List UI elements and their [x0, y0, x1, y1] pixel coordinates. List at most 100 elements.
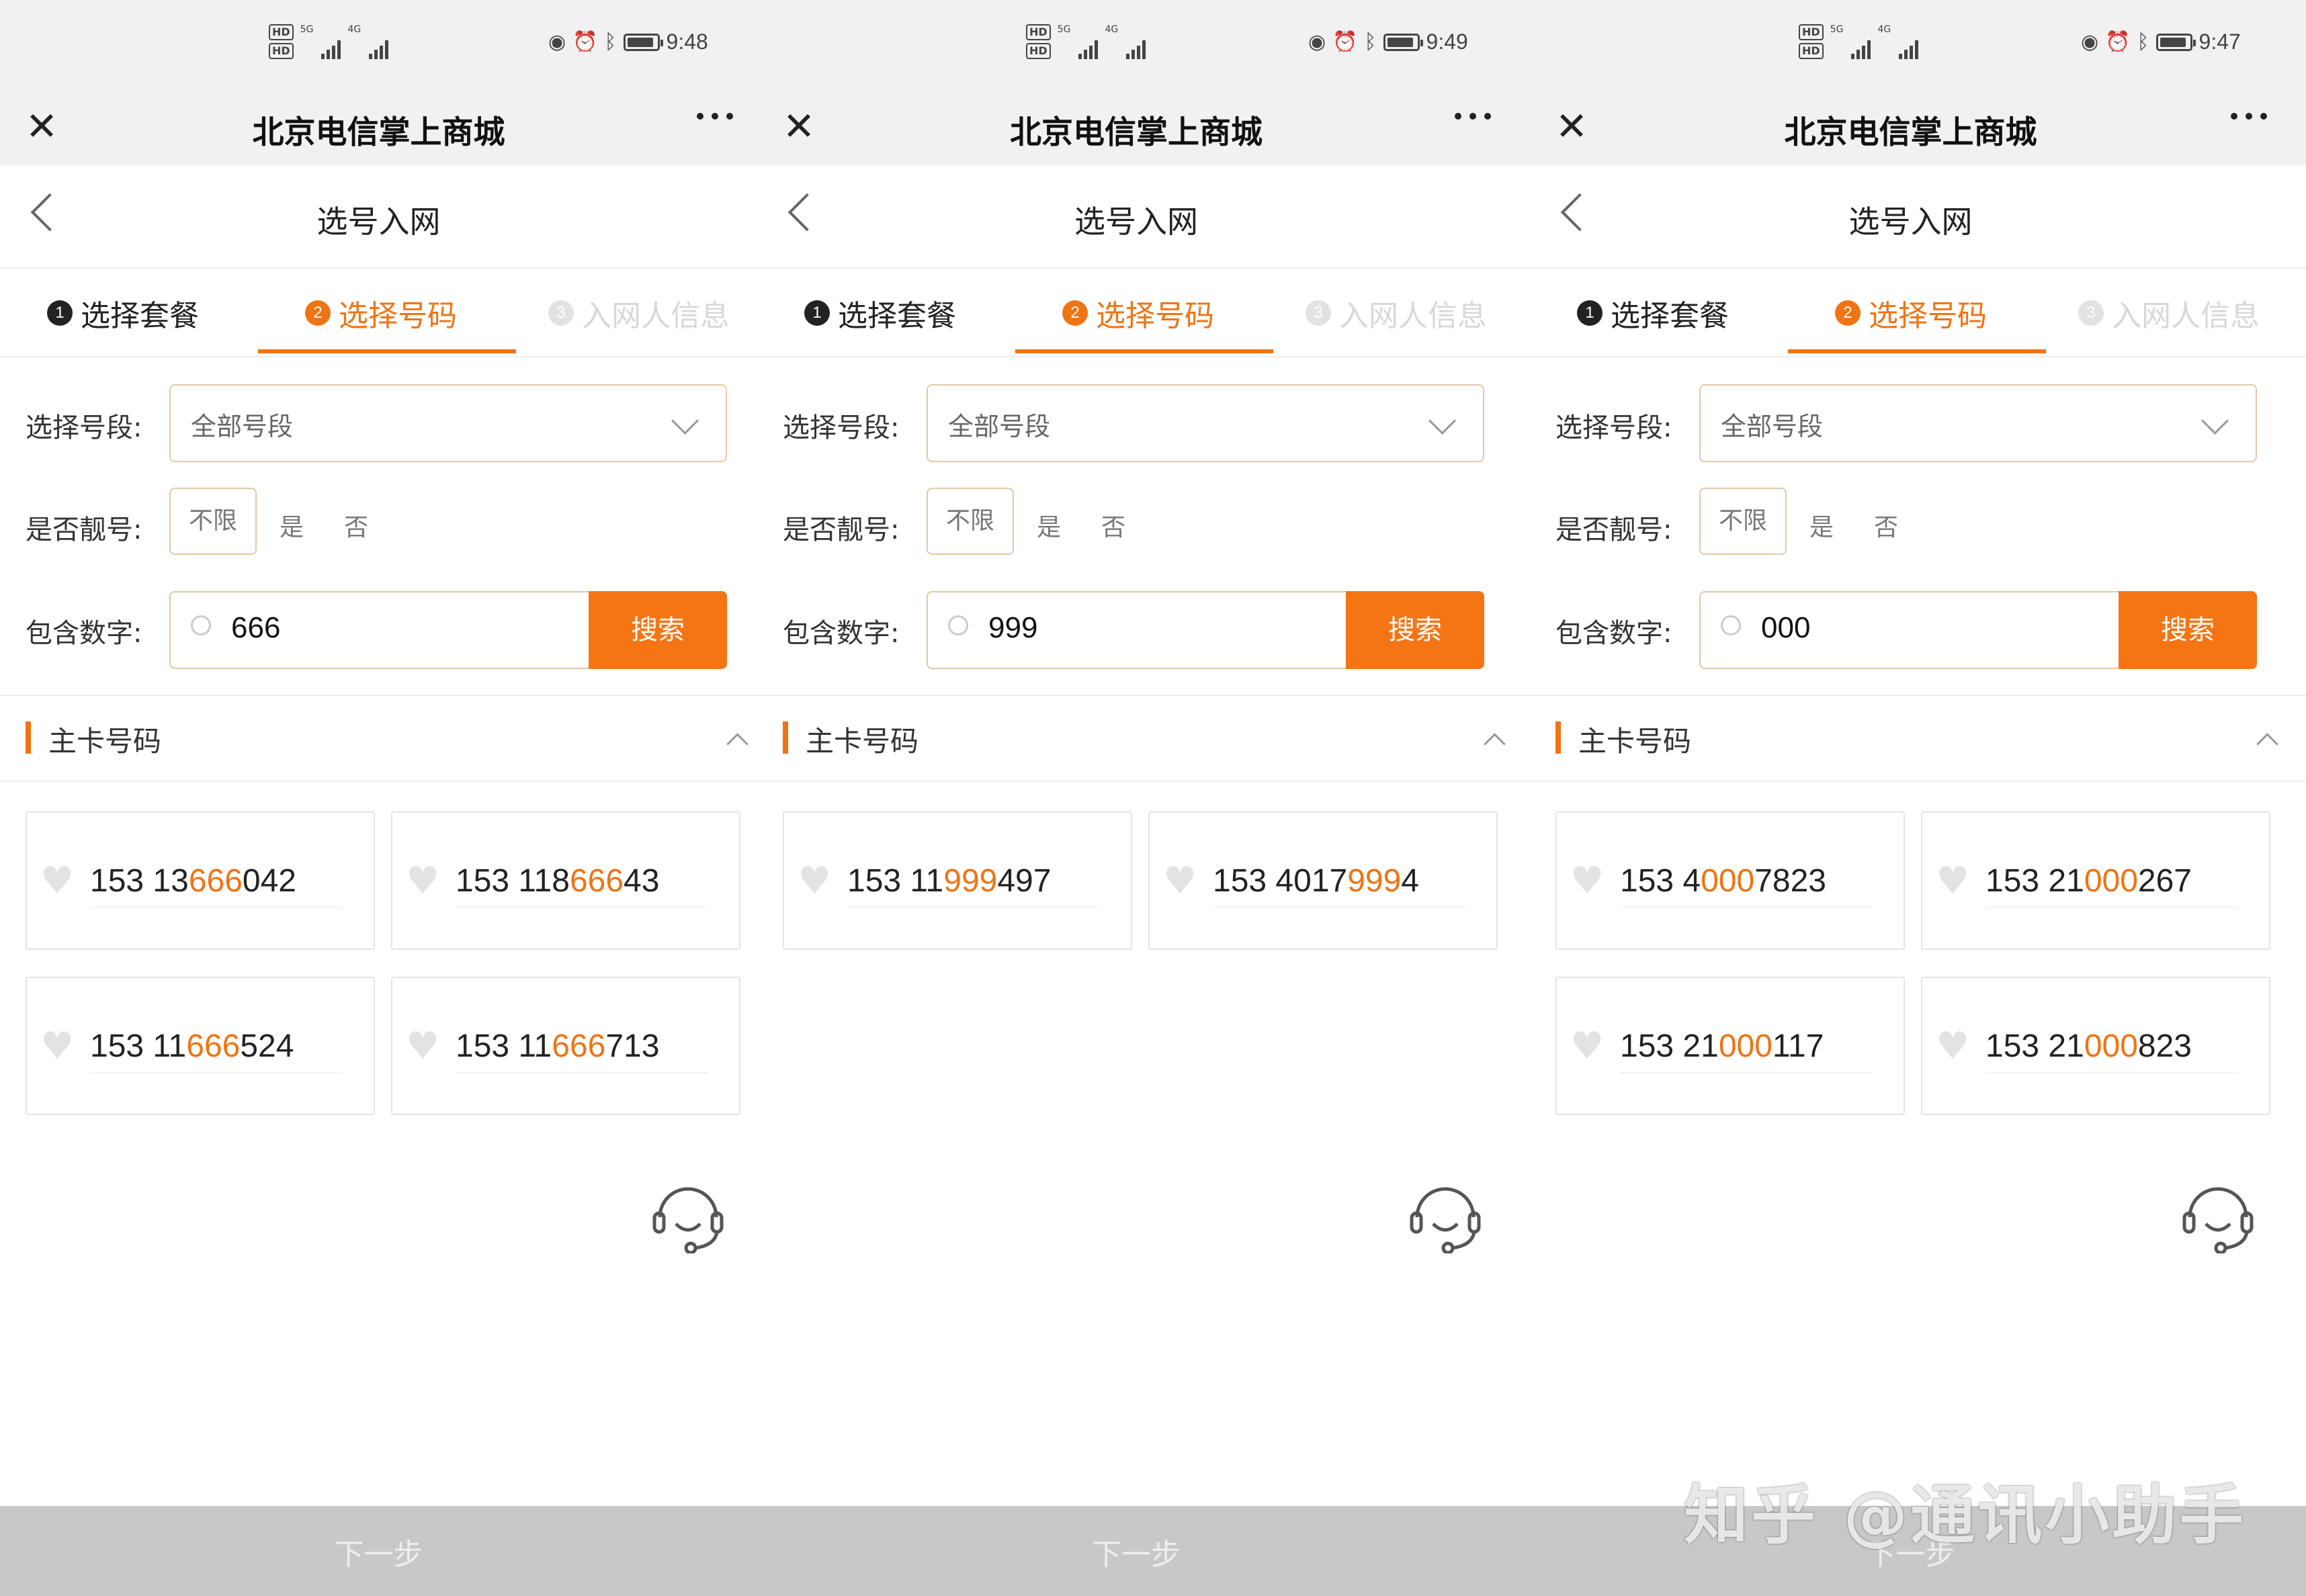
customer-service-headset-icon[interactable] — [2178, 1173, 2258, 1253]
heart-icon[interactable]: ♥ — [40, 861, 74, 901]
customer-service-headset-icon[interactable] — [1405, 1173, 1486, 1253]
digits-search-input[interactable]: 000 — [1699, 591, 2119, 669]
more-menu-icon[interactable] — [1455, 113, 1491, 120]
heart-icon[interactable]: ♥ — [1163, 861, 1197, 901]
search-icon — [1721, 615, 1741, 635]
signal-bars-icon — [369, 36, 389, 59]
next-step-button[interactable]: 下一步 — [0, 1506, 757, 1596]
step-select-number[interactable]: 2 选择号码 — [1835, 292, 1987, 335]
digits-search-input[interactable]: 999 — [927, 591, 1346, 669]
phone-screen-1: HD HD 5G 4G ◉ ⏰ ᛒ 9:48 ✕ 北京电信掌上商城 选号入网 1选… — [0, 0, 757, 1596]
next-step-label: 下一步 — [334, 1538, 423, 1572]
signal-bars-icon — [321, 36, 341, 59]
highlight-digits: 666 — [552, 1028, 606, 1064]
alarm-icon: ⏰ — [2105, 30, 2131, 54]
heart-icon[interactable]: ♥ — [40, 1026, 74, 1067]
hd-badge: HD — [269, 24, 294, 40]
segment-select[interactable]: 全部号段 — [927, 384, 1484, 462]
pretty-option-yes[interactable]: 是 — [1037, 508, 1061, 543]
number-card[interactable]: ♥ 153 13666042 — [26, 811, 375, 950]
phone-number: 153 11866643 — [456, 863, 660, 899]
number-card[interactable]: ♥ 153 21000823 — [1921, 977, 2270, 1115]
network-label: 4G — [347, 24, 361, 35]
heart-icon[interactable]: ♥ — [406, 1026, 439, 1067]
status-time: 9:49 — [1426, 30, 1468, 54]
pretty-option-yes[interactable]: 是 — [1809, 508, 1834, 543]
step-select-plan[interactable]: 1 选择套餐 — [804, 292, 956, 335]
active-step-underline — [258, 349, 516, 353]
segment-select[interactable]: 全部号段 — [169, 384, 727, 462]
pretty-option-no[interactable]: 否 — [1874, 508, 1898, 543]
pretty-option-any[interactable]: 不限 — [927, 488, 1014, 555]
more-menu-icon[interactable] — [697, 113, 733, 120]
search-query: 999 — [988, 611, 1038, 644]
section-accent-bar — [26, 721, 31, 754]
pretty-number-label: 是否靓号: — [783, 515, 900, 545]
pretty-option-any[interactable]: 不限 — [1699, 488, 1787, 555]
segment-select-value: 全部号段 — [191, 412, 294, 441]
number-card[interactable]: ♥ 153 11666524 — [26, 977, 375, 1115]
search-button[interactable]: 搜索 — [589, 591, 727, 669]
phone-number: 153 21000117 — [1620, 1028, 1824, 1064]
pretty-option-no[interactable]: 否 — [1101, 508, 1125, 543]
divider — [757, 781, 1530, 782]
collapse-up-icon[interactable] — [726, 733, 749, 755]
digits-search-input[interactable]: 666 — [169, 591, 589, 669]
divider — [757, 695, 1530, 696]
signal-bars-icon — [1078, 36, 1099, 59]
search-button[interactable]: 搜索 — [2119, 591, 2257, 669]
step-number: 1 — [1577, 300, 1603, 326]
number-card[interactable]: ♥ 153 11666713 — [391, 977, 740, 1115]
phone-number: 153 11666524 — [90, 1028, 294, 1064]
step-label: 选择套餐 — [1611, 299, 1729, 333]
status-time: 9:48 — [666, 30, 708, 54]
watermark: 知乎 @通讯小助手 — [1684, 1478, 2247, 1553]
step-select-plan[interactable]: 1 选择套餐 — [47, 292, 199, 335]
step-select-number[interactable]: 2 选择号码 — [305, 292, 457, 335]
heart-icon[interactable]: ♥ — [1570, 861, 1604, 901]
number-card[interactable]: ♥ 153 11999497 — [783, 811, 1132, 950]
customer-service-headset-icon[interactable] — [648, 1173, 728, 1253]
app-title-bar: ✕ 北京电信掌上商城 — [0, 87, 757, 165]
step-label: 选择号码 — [1096, 299, 1214, 333]
more-menu-icon[interactable] — [2231, 113, 2267, 120]
search-button[interactable]: 搜索 — [1346, 591, 1484, 669]
step-user-info: 3 入网人信息 — [2078, 292, 2260, 335]
network-label: 4G — [1105, 24, 1119, 35]
page-title: 选号入网 — [316, 204, 441, 240]
step-user-info: 3 入网人信息 — [548, 292, 730, 335]
heart-icon[interactable]: ♥ — [1936, 1026, 1969, 1067]
heart-icon[interactable]: ♥ — [1570, 1026, 1604, 1067]
step-number: 1 — [804, 300, 830, 326]
signal-bars-icon — [1851, 36, 1871, 59]
hd-badge: HD — [1026, 24, 1051, 40]
heart-icon[interactable]: ♥ — [1936, 861, 1969, 901]
pretty-option-any[interactable]: 不限 — [169, 488, 257, 555]
segment-select[interactable]: 全部号段 — [1699, 384, 2257, 462]
step-label: 选择套餐 — [838, 299, 956, 333]
collapse-up-icon[interactable] — [1484, 733, 1506, 755]
pretty-option-no[interactable]: 否 — [344, 508, 368, 543]
highlight-digits: 999 — [1347, 863, 1402, 899]
number-card[interactable]: ♥ 153 40179994 — [1148, 811, 1498, 950]
signal-bars-icon — [1126, 36, 1146, 59]
next-step-button[interactable]: 下一步 — [757, 1506, 1530, 1596]
status-bar: HD HD 5G 4G ◉ ⏰ ᛒ 9:48 — [0, 0, 757, 87]
number-card[interactable]: ♥ 153 11866643 — [391, 811, 740, 950]
step-select-number[interactable]: 2 选择号码 — [1062, 292, 1214, 335]
heart-icon[interactable]: ♥ — [406, 861, 439, 901]
pretty-option-yes[interactable]: 是 — [280, 508, 304, 543]
eye-icon: ◉ — [548, 30, 566, 54]
number-card[interactable]: ♥ 153 40007823 — [1555, 811, 1905, 950]
highlight-digits: 000 — [1718, 1028, 1773, 1064]
step-select-plan[interactable]: 1 选择套餐 — [1577, 292, 1729, 335]
next-step-label: 下一步 — [1092, 1538, 1181, 1572]
number-card[interactable]: ♥ 153 21000267 — [1921, 811, 2270, 950]
divider — [0, 695, 757, 696]
battery-icon — [623, 33, 663, 51]
hd-badge: HD — [269, 43, 294, 59]
heart-icon[interactable]: ♥ — [798, 861, 831, 901]
collapse-up-icon[interactable] — [2256, 733, 2278, 755]
app-title: 北京电信掌上商城 — [1010, 114, 1263, 151]
number-card[interactable]: ♥ 153 21000117 — [1555, 977, 1905, 1115]
